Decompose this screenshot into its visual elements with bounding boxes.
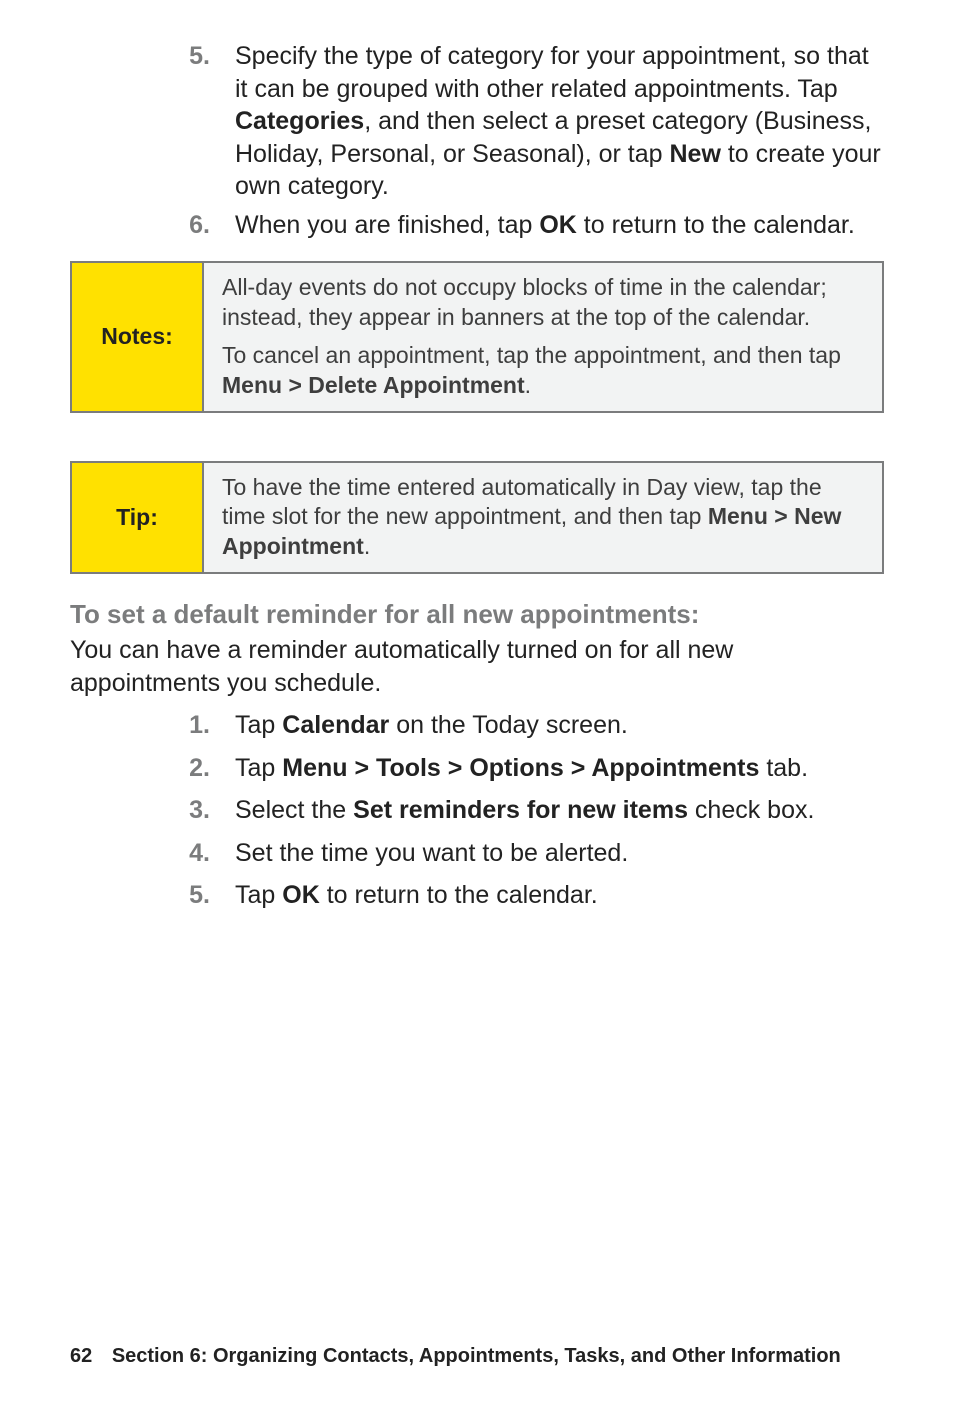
page-footer: 62 Section 6: Organizing Contacts, Appoi…	[70, 1345, 841, 1368]
subheading: To set a default reminder for all new ap…	[70, 599, 884, 630]
list-number: 4.	[165, 837, 235, 870]
notes-paragraph: To cancel an appointment, tap the appoin…	[222, 341, 864, 401]
list-item: 6. When you are finished, tap OK to retu…	[165, 209, 884, 242]
tip-paragraph: To have the time entered automatically i…	[222, 473, 864, 563]
list-item: 5. Tap OK to return to the calendar.	[165, 879, 884, 912]
list-text: Tap Menu > Tools > Options > Appointment…	[235, 752, 884, 785]
list-number: 5.	[165, 40, 235, 203]
list-text: Tap OK to return to the calendar.	[235, 879, 884, 912]
list-item: 5. Specify the type of category for your…	[165, 40, 884, 203]
upper-ordered-list: 5. Specify the type of category for your…	[165, 40, 884, 241]
spacer	[70, 413, 884, 441]
list-text: Set the time you want to be alerted.	[235, 837, 884, 870]
tip-label: Tip:	[72, 463, 204, 573]
list-number: 5.	[165, 879, 235, 912]
notes-box: Notes: All-day events do not occupy bloc…	[70, 261, 884, 413]
list-number: 2.	[165, 752, 235, 785]
list-text: Select the Set reminders for new items c…	[235, 794, 884, 827]
list-item: 4. Set the time you want to be alerted.	[165, 837, 884, 870]
page-number: 62	[70, 1345, 92, 1367]
notes-paragraph: All-day events do not occupy blocks of t…	[222, 273, 864, 333]
list-text: When you are finished, tap OK to return …	[235, 209, 884, 242]
notes-content: All-day events do not occupy blocks of t…	[204, 263, 882, 411]
notes-label: Notes:	[72, 263, 204, 411]
list-number: 1.	[165, 709, 235, 742]
list-item: 1. Tap Calendar on the Today screen.	[165, 709, 884, 742]
list-item: 3. Select the Set reminders for new item…	[165, 794, 884, 827]
tip-content: To have the time entered automatically i…	[204, 463, 882, 573]
list-number: 6.	[165, 209, 235, 242]
list-item: 2. Tap Menu > Tools > Options > Appointm…	[165, 752, 884, 785]
lower-ordered-list: 1. Tap Calendar on the Today screen. 2. …	[165, 709, 884, 912]
page-root: 5. Specify the type of category for your…	[0, 0, 954, 1413]
tip-box: Tip: To have the time entered automatica…	[70, 461, 884, 575]
footer-section-text: Section 6: Organizing Contacts, Appointm…	[112, 1345, 841, 1367]
intro-text: You can have a reminder automatically tu…	[70, 634, 884, 699]
list-text: Tap Calendar on the Today screen.	[235, 709, 884, 742]
list-text: Specify the type of category for your ap…	[235, 40, 884, 203]
list-number: 3.	[165, 794, 235, 827]
